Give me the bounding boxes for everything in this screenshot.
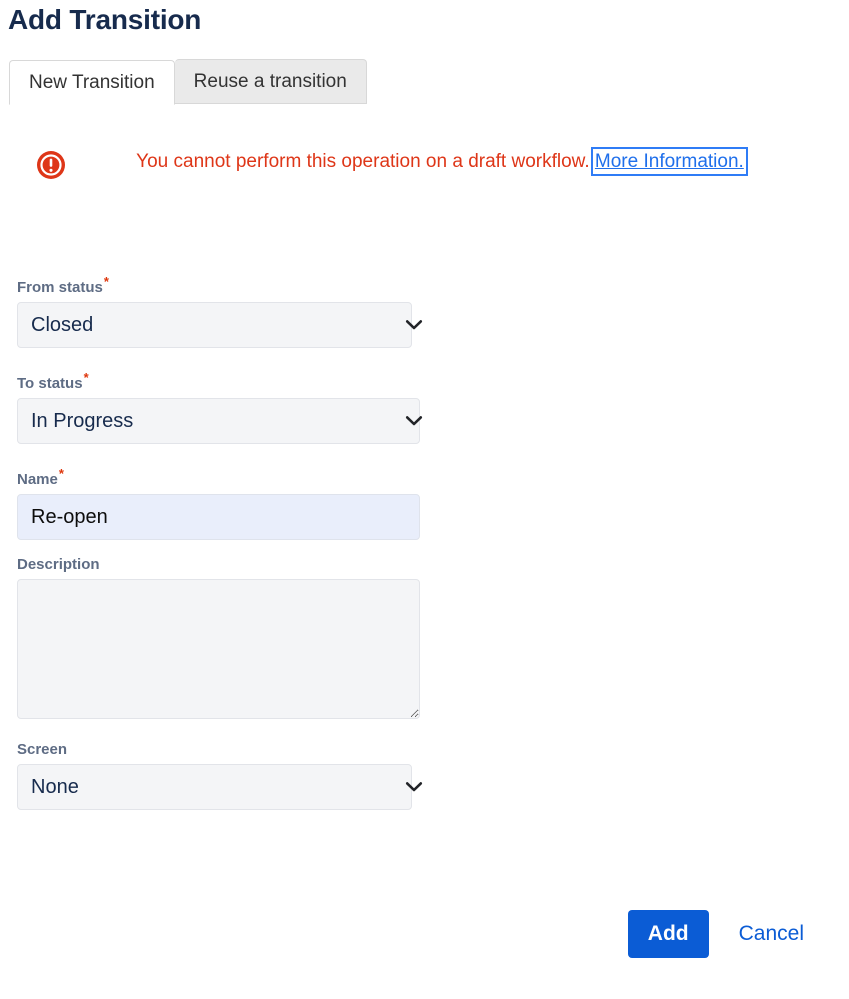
- from-status-select-wrap: Closed: [17, 302, 437, 348]
- name-label-text: Name: [17, 471, 58, 488]
- to-status-label-text: To status: [17, 375, 83, 392]
- tab-new-transition[interactable]: New Transition: [9, 60, 175, 105]
- field-to-status: To status* In Progress: [17, 371, 437, 444]
- add-transition-dialog: Add Transition New Transition Reuse a tr…: [0, 0, 849, 999]
- name-required-marker: *: [58, 466, 64, 481]
- to-status-label: To status*: [17, 371, 89, 393]
- from-status-required-marker: *: [103, 274, 109, 289]
- from-status-select[interactable]: Closed: [17, 302, 412, 348]
- to-status-value: In Progress: [31, 409, 134, 432]
- page-title: Add Transition: [8, 4, 202, 35]
- name-input[interactable]: [17, 494, 420, 540]
- screen-select[interactable]: None: [17, 764, 412, 810]
- from-status-value: Closed: [31, 313, 94, 336]
- description-textarea[interactable]: [17, 579, 420, 719]
- field-description: Description: [17, 556, 437, 719]
- to-status-select[interactable]: In Progress: [17, 398, 420, 444]
- to-status-required-marker: *: [83, 370, 89, 385]
- from-status-label: From status*: [17, 275, 109, 297]
- from-status-label-text: From status: [17, 279, 103, 296]
- tab-strip: New Transition Reuse a transition: [9, 59, 367, 105]
- tab-new-transition-label: New Transition: [29, 71, 155, 93]
- field-from-status: From status* Closed: [17, 275, 437, 348]
- error-message: You cannot perform this operation on a d…: [36, 146, 776, 180]
- dialog-footer: Add Cancel: [627, 910, 804, 958]
- error-text: You cannot perform this operation on a d…: [104, 146, 776, 177]
- transition-form: From status* Closed To status* In Progre…: [17, 275, 437, 810]
- tab-reuse-a-transition-label: Reuse a transition: [193, 70, 347, 92]
- field-screen: Screen None: [17, 741, 437, 810]
- tab-reuse-a-transition[interactable]: Reuse a transition: [174, 59, 367, 104]
- field-name: Name*: [17, 467, 437, 540]
- add-button[interactable]: Add: [627, 910, 709, 958]
- screen-label: Screen: [17, 741, 68, 758]
- error-text-body: You cannot perform this operation on a d…: [136, 151, 590, 172]
- screen-value: None: [31, 775, 79, 798]
- name-label: Name*: [17, 467, 64, 489]
- more-information-link[interactable]: More Information.: [590, 147, 748, 176]
- error-circle-icon: [36, 150, 66, 180]
- screen-select-wrap: None: [17, 764, 437, 810]
- cancel-link[interactable]: Cancel: [739, 922, 804, 946]
- description-label: Description: [17, 556, 100, 573]
- to-status-select-wrap: In Progress: [17, 398, 437, 444]
